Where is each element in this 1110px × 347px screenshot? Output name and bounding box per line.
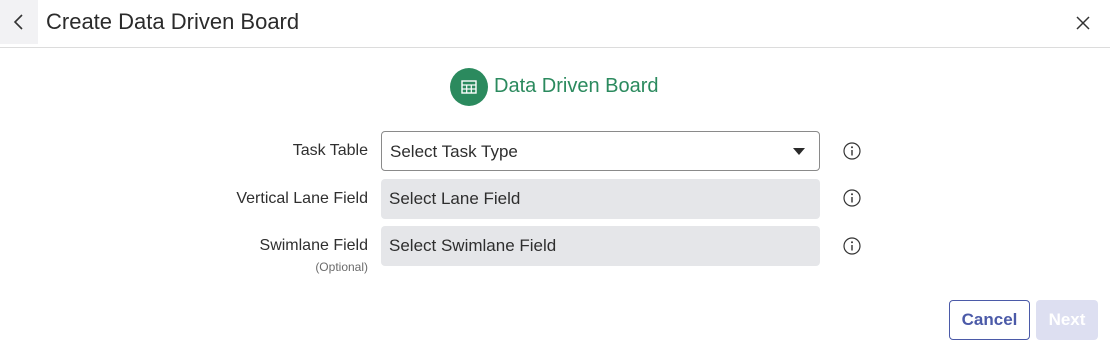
close-button[interactable]: [1070, 10, 1096, 36]
board-type-badge: [450, 68, 488, 106]
info-icon[interactable]: [843, 142, 861, 160]
dialog-header: Create Data Driven Board: [0, 0, 1110, 48]
dropdown-caret-icon: [793, 148, 805, 155]
swimlane-placeholder: Select Swimlane Field: [389, 236, 557, 255]
vertical-lane-placeholder: Select Lane Field: [389, 189, 521, 208]
close-icon: [1076, 16, 1090, 30]
swimlane-optional-label: (Optional): [315, 260, 368, 274]
swimlane-select: Select Swimlane Field: [381, 226, 820, 266]
back-button[interactable]: [0, 0, 38, 44]
cancel-button[interactable]: Cancel: [949, 300, 1030, 340]
vertical-lane-label: Vertical Lane Field: [236, 190, 368, 207]
info-icon[interactable]: [843, 189, 861, 207]
task-table-label: Task Table: [292, 142, 368, 159]
dialog-title: Create Data Driven Board: [46, 9, 300, 34]
next-button: Next: [1036, 300, 1098, 340]
task-table-placeholder: Select Task Type: [390, 142, 518, 161]
board-type-name: Data Driven Board: [494, 75, 659, 97]
task-table-select[interactable]: Select Task Type: [381, 131, 820, 171]
chevron-left-icon: [13, 14, 23, 30]
vertical-lane-select: Select Lane Field: [381, 179, 820, 219]
swimlane-label: Swimlane Field: [259, 237, 368, 254]
table-grid-icon: [461, 80, 477, 94]
info-icon[interactable]: [843, 237, 861, 255]
